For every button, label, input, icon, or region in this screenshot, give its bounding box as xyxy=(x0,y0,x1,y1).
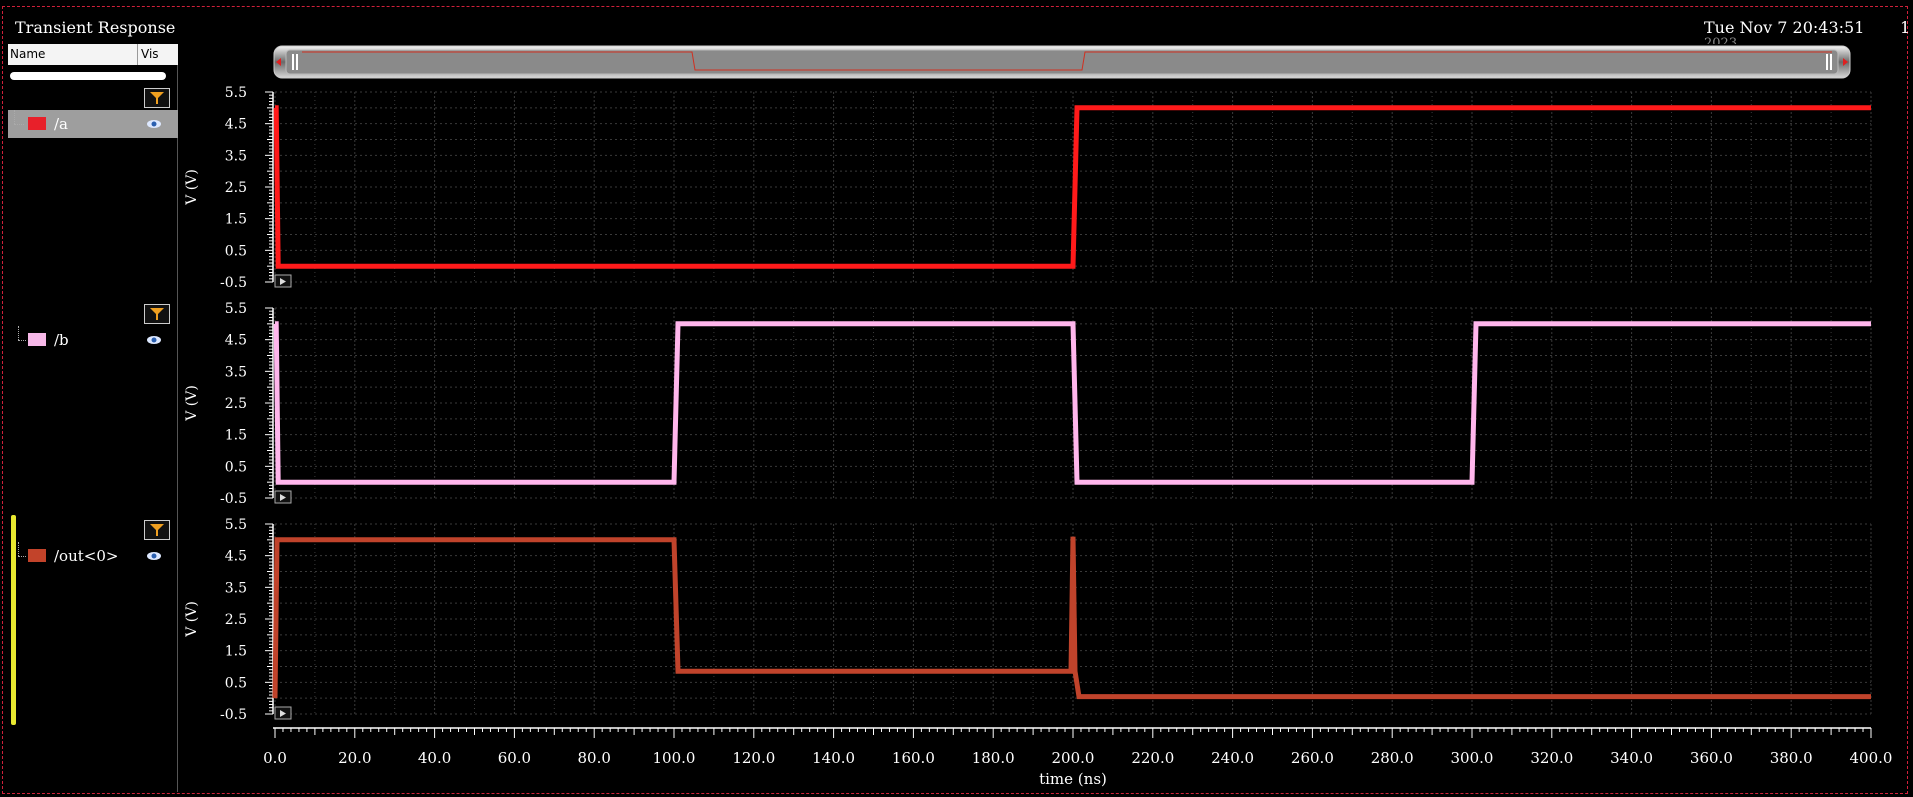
timestamp-year: 2023 xyxy=(1704,36,1738,44)
timestamp: Tue Nov 7 20:43:51 xyxy=(1704,18,1865,37)
signal-color-swatch xyxy=(28,117,46,130)
signal-list-scrollbar[interactable] xyxy=(10,72,166,80)
filter-icon[interactable] xyxy=(144,304,170,324)
selection-marker xyxy=(11,515,16,725)
signal-pane xyxy=(8,44,178,792)
column-separator[interactable] xyxy=(137,44,138,65)
visibility-eye-icon[interactable] xyxy=(146,551,162,561)
signal-name: /out<0> xyxy=(54,547,119,565)
signal-row-b[interactable]: /b xyxy=(8,326,178,354)
window-title: Transient Response xyxy=(15,18,176,37)
signal-row-a[interactable]: /a xyxy=(8,110,178,138)
window-frame xyxy=(2,6,1908,794)
signal-name: /b xyxy=(54,331,69,349)
visibility-eye-icon[interactable] xyxy=(146,335,162,345)
overview-scrollbar[interactable] xyxy=(272,44,1852,80)
filter-icon[interactable] xyxy=(144,88,170,108)
signal-name: /a xyxy=(54,115,68,133)
signal-color-swatch xyxy=(28,549,46,562)
column-name-header[interactable]: Name xyxy=(10,47,45,61)
signal-color-swatch xyxy=(28,333,46,346)
edge-label: 1 xyxy=(1900,18,1911,37)
filter-icon[interactable] xyxy=(144,520,170,540)
column-vis-header[interactable]: Vis xyxy=(141,47,159,61)
signal-row-out0[interactable]: /out<0> xyxy=(8,542,178,570)
signal-list-header: Name Vis xyxy=(8,44,178,65)
visibility-eye-icon[interactable] xyxy=(146,119,162,129)
